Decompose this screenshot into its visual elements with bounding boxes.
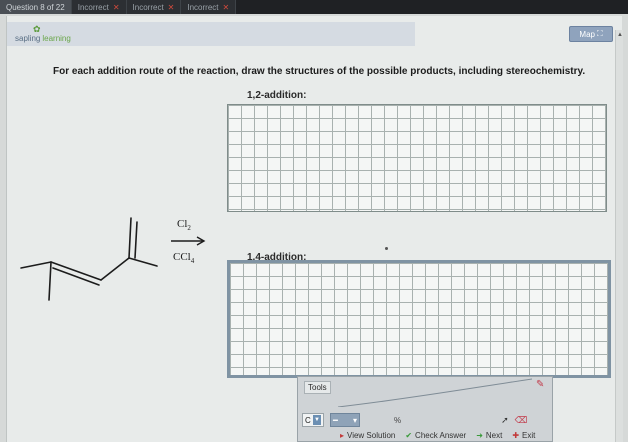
question-panel: ✿ sapling learning Map ⛶ ▲ For each addi… [6, 16, 623, 442]
eraser-icon[interactable]: ⌫ [515, 415, 528, 426]
tab-label: Incorrect [132, 2, 164, 12]
bond [20, 261, 52, 269]
check-circle-icon: ✔ [405, 430, 413, 440]
view-solution-label: View Solution [347, 430, 396, 440]
reagent-chlorine-subscript: 2 [187, 224, 191, 232]
element-selector-value: C [305, 415, 311, 425]
bond [100, 257, 130, 281]
scroll-up-arrow-icon[interactable]: ▲ [616, 30, 624, 40]
tab-label: Incorrect [187, 2, 219, 12]
incorrect-x-icon: ✕ [222, 2, 230, 12]
tab-question-counter[interactable]: Question 8 of 22 [0, 0, 72, 14]
next-label: Next [485, 430, 503, 440]
tab-attempt-1[interactable]: Incorrect ✕ [72, 0, 127, 14]
question-actions: ▸ View Solution ✔ Check Answer ➜ Next ✚ … [340, 428, 535, 442]
tab-attempt-3[interactable]: Incorrect ✕ [181, 0, 237, 14]
select-arrow-icon[interactable]: ➚ [501, 415, 509, 426]
next-arrow-icon: ➜ [476, 430, 483, 440]
stray-dot [385, 247, 388, 250]
element-selector[interactable]: C ▼ [302, 413, 324, 427]
palette-eraser-icon[interactable]: ✎ [536, 379, 544, 390]
bond [48, 261, 52, 301]
bond [128, 217, 132, 259]
exit-icon: ✚ [512, 430, 520, 440]
logo-word-learning: learning [42, 34, 71, 43]
map-button-label: Map [579, 29, 595, 39]
logo-word-sapling: sapling [15, 34, 41, 43]
single-bond-icon: ━ [333, 415, 338, 425]
tools-header-swoosh [337, 378, 533, 407]
next-button[interactable]: ➜ Next [476, 431, 502, 440]
view-solution-link[interactable]: ▸ View Solution [340, 431, 395, 440]
drawing-canvas-1-4-addition[interactable] [227, 260, 611, 378]
exit-label: Exit [522, 430, 536, 440]
reagent-chlorine-symbol: Cl [177, 218, 188, 230]
tab-label: Question 8 of 22 [6, 2, 65, 12]
label-1-2-addition: 1,2-addition: [247, 90, 307, 101]
sapling-logo: ✿ sapling learning [15, 24, 71, 43]
reagent-solvent-symbol: CCl [173, 251, 191, 263]
tab-attempt-2[interactable]: Incorrect ✕ [127, 0, 182, 14]
bond [128, 257, 158, 267]
incorrect-x-icon: ✕ [112, 2, 120, 12]
reagent-solvent: CCl4 [173, 251, 195, 265]
map-button[interactable]: Map ⛶ [569, 26, 613, 42]
leaf-icon: ✿ [33, 24, 41, 34]
percent-tool[interactable]: % [394, 416, 401, 425]
chevron-down-icon: ▾ [352, 415, 357, 425]
double-bond-inner [134, 221, 138, 259]
tab-bar-filler [236, 0, 628, 14]
incorrect-x-icon: ✕ [167, 2, 175, 12]
vertical-scrollbar[interactable]: ▲ [615, 30, 623, 442]
check-answer-label: Check Answer [415, 430, 467, 440]
drawing-canvas-1-2-addition[interactable] [227, 104, 607, 212]
tools-row: C ▼ ━ ▾ % ➚ ⌫ [302, 413, 527, 427]
reactant-diene-structure [20, 217, 158, 301]
tools-title: Tools [304, 381, 331, 394]
tab-label: Incorrect [77, 2, 109, 12]
reaction-conditions: Cl2 CCl4 [167, 218, 207, 278]
question-tab-bar: Question 8 of 22 Incorrect ✕ Incorrect ✕… [0, 0, 628, 14]
reagent-solvent-subscript: 4 [190, 257, 195, 265]
bond-selector[interactable]: ━ ▾ [330, 413, 360, 427]
reagent-chlorine: Cl2 [177, 218, 191, 232]
map-icon: ⛶ [596, 29, 603, 38]
chevron-down-icon: ▼ [313, 415, 321, 425]
exit-button[interactable]: ✚ Exit [512, 431, 535, 440]
reaction-arrow-icon [171, 236, 206, 246]
check-answer-button[interactable]: ✔ Check Answer [405, 431, 466, 440]
view-solution-icon: ▸ [340, 430, 345, 440]
question-instructions: For each addition route of the reaction,… [53, 66, 586, 77]
